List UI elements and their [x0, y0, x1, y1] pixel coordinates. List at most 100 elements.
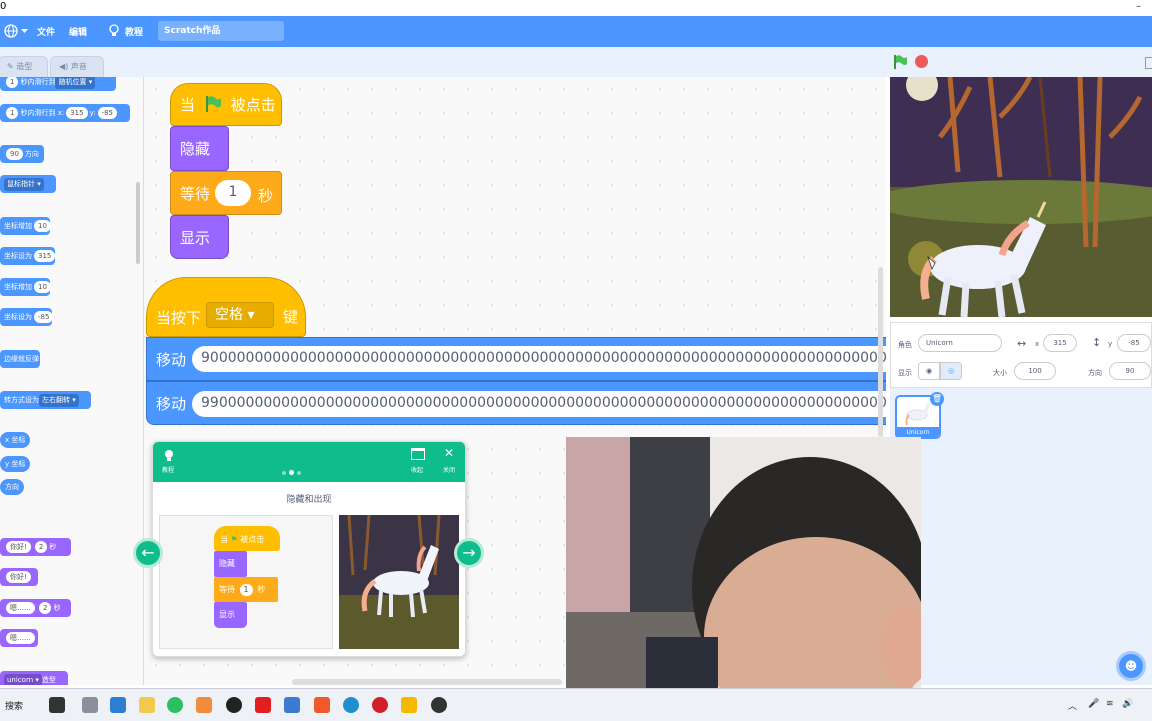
- change-y-block[interactable]: 坐标增加 10: [0, 278, 51, 296]
- volume-icon[interactable]: 🔊: [1122, 699, 1133, 709]
- stop-icon[interactable]: [915, 55, 928, 68]
- task-view-icon[interactable]: [49, 697, 65, 713]
- app-icon[interactable]: [255, 697, 271, 713]
- set-x-block[interactable]: 坐标设为 315: [0, 247, 56, 265]
- think-for-secs-block[interactable]: 嗯…… 2 秒: [0, 599, 71, 617]
- green-flag-icon[interactable]: [892, 54, 908, 70]
- point-direction-block[interactable]: 90 方向: [0, 145, 44, 163]
- block-label: 移动: [156, 351, 187, 369]
- hide-eye-icon[interactable]: ◎: [940, 362, 962, 380]
- app-icon[interactable]: [110, 697, 126, 713]
- tips-label[interactable]: 教程: [162, 465, 174, 474]
- set-y-block[interactable]: 坐标设为 -85: [0, 308, 54, 326]
- choose-sprite-icon[interactable]: ☻: [1116, 651, 1146, 681]
- set-x-value[interactable]: 315: [34, 250, 56, 262]
- scratch-app-icon[interactable]: [401, 697, 417, 713]
- say-for-secs-block[interactable]: 你好! 2 秒: [0, 538, 71, 556]
- direction-value[interactable]: 90: [6, 148, 23, 160]
- key-dropdown[interactable]: 空格 ▾: [206, 302, 274, 328]
- sprite-name-input[interactable]: Unicorn: [918, 334, 1002, 352]
- wait-unit-label: 秒: [258, 187, 274, 205]
- taskbar-search[interactable]: 搜索: [5, 699, 23, 712]
- chevron-up-icon[interactable]: ︿: [1068, 699, 1077, 712]
- when-flag-clicked-block[interactable]: 当 被点击: [170, 83, 282, 126]
- glide-random-block[interactable]: 1 秒内滑行到 随机位置 ▾: [0, 77, 116, 91]
- wechat-icon[interactable]: [167, 697, 183, 713]
- code-horizontal-scrollbar[interactable]: [292, 679, 562, 685]
- project-title-input[interactable]: Scratch作品: [158, 21, 284, 41]
- block-label: 方向: [24, 150, 39, 158]
- think-text[interactable]: 嗯……: [6, 602, 35, 614]
- say-block[interactable]: 你好!: [0, 568, 38, 586]
- move-steps-input[interactable]: 9900000000000000000000000000000000000000…: [192, 391, 886, 417]
- delete-sprite-icon[interactable]: 🗑: [930, 392, 944, 406]
- glide-target-dropdown[interactable]: 随机位置 ▾: [55, 77, 96, 89]
- change-y-value[interactable]: 10: [34, 281, 51, 293]
- microphone-icon[interactable]: 🎤: [1088, 699, 1099, 709]
- x-input[interactable]: 315: [1043, 334, 1077, 352]
- glide-secs[interactable]: 1: [6, 107, 19, 119]
- record-icon[interactable]: [431, 697, 447, 713]
- think-text[interactable]: 嗯……: [6, 632, 35, 644]
- y-input[interactable]: -85: [1117, 334, 1151, 352]
- tutorial-menu[interactable]: 教程: [125, 25, 143, 38]
- glide-xy-block[interactable]: 1 秒内滑行到 x: 315 y: -85: [0, 104, 130, 122]
- globe-icon[interactable]: [4, 24, 18, 38]
- close-icon[interactable]: ✕: [444, 446, 454, 460]
- rotation-style-block[interactable]: 转方式设为 左右翻转 ▾: [0, 391, 91, 409]
- app-icon[interactable]: [314, 697, 330, 713]
- wait-seconds-input[interactable]: 1: [215, 180, 251, 206]
- app-icon[interactable]: [284, 697, 300, 713]
- step-indicator[interactable]: [282, 460, 301, 479]
- netease-music-icon[interactable]: [372, 697, 388, 713]
- glide-x[interactable]: 315: [66, 107, 88, 119]
- change-x-value[interactable]: 10: [34, 220, 51, 232]
- point-towards-block[interactable]: 鼠标指针 ▾: [0, 175, 56, 193]
- switch-costume-block[interactable]: unicorn ▾ 造型: [0, 671, 68, 685]
- towards-dropdown[interactable]: 鼠标指针 ▾: [4, 177, 44, 191]
- rotation-dropdown[interactable]: 左右翻转 ▾: [39, 393, 79, 407]
- stage[interactable]: [890, 77, 1152, 317]
- app-icon[interactable]: [196, 697, 212, 713]
- direction-reporter[interactable]: 方向: [0, 479, 24, 495]
- file-menu[interactable]: 文件: [37, 25, 55, 38]
- code-vertical-scrollbar[interactable]: [878, 267, 883, 437]
- wifi-icon[interactable]: ≋: [1106, 699, 1114, 709]
- set-y-value[interactable]: -85: [34, 311, 54, 323]
- minimize-icon[interactable]: –: [1136, 1, 1141, 12]
- show-eye-icon[interactable]: ◉: [918, 362, 940, 380]
- palette-scrollbar[interactable]: [136, 182, 140, 264]
- lightbulb-icon[interactable]: [108, 24, 120, 38]
- stage-size-icon[interactable]: [1145, 57, 1152, 69]
- tutorial-title: 隐藏和出现: [286, 495, 332, 505]
- qq-icon[interactable]: [226, 697, 242, 713]
- x-position-reporter[interactable]: x 坐标: [0, 432, 31, 448]
- say-text[interactable]: 你好!: [6, 541, 31, 553]
- move-steps-input[interactable]: 9000000000000000000000000000000000000000…: [192, 346, 886, 372]
- tab-costumes[interactable]: ✎ 造型: [0, 56, 48, 77]
- folder-icon[interactable]: [139, 697, 155, 713]
- collapse-icon[interactable]: [411, 448, 425, 460]
- app-icon[interactable]: [82, 697, 98, 713]
- think-block[interactable]: 嗯……: [0, 629, 38, 647]
- think-secs[interactable]: 2: [39, 602, 52, 614]
- glide-secs[interactable]: 1: [6, 77, 19, 88]
- glide-y[interactable]: -85: [97, 107, 118, 119]
- previous-step-arrow-icon[interactable]: ←: [133, 538, 163, 568]
- edge-icon[interactable]: [343, 697, 359, 713]
- tab-sounds[interactable]: ◀) 声音: [50, 56, 104, 77]
- collapse-label[interactable]: 收起: [411, 465, 423, 474]
- size-input[interactable]: 100: [1014, 362, 1056, 380]
- costume-dropdown[interactable]: unicorn ▾: [4, 673, 42, 685]
- next-step-arrow-icon[interactable]: →: [454, 538, 484, 568]
- hide-block[interactable]: 隐藏: [170, 126, 229, 171]
- y-position-reporter[interactable]: y 坐标: [0, 456, 31, 472]
- say-secs[interactable]: 2: [34, 541, 48, 553]
- direction-input[interactable]: 90: [1109, 362, 1151, 380]
- change-x-block[interactable]: 坐标增加 10: [0, 217, 51, 235]
- bounce-block[interactable]: 边缘就反弹: [0, 350, 40, 368]
- say-text[interactable]: 你好!: [6, 571, 31, 583]
- show-block[interactable]: 显示: [170, 215, 229, 259]
- edit-menu[interactable]: 编辑: [69, 25, 87, 38]
- close-label[interactable]: 关闭: [443, 465, 455, 474]
